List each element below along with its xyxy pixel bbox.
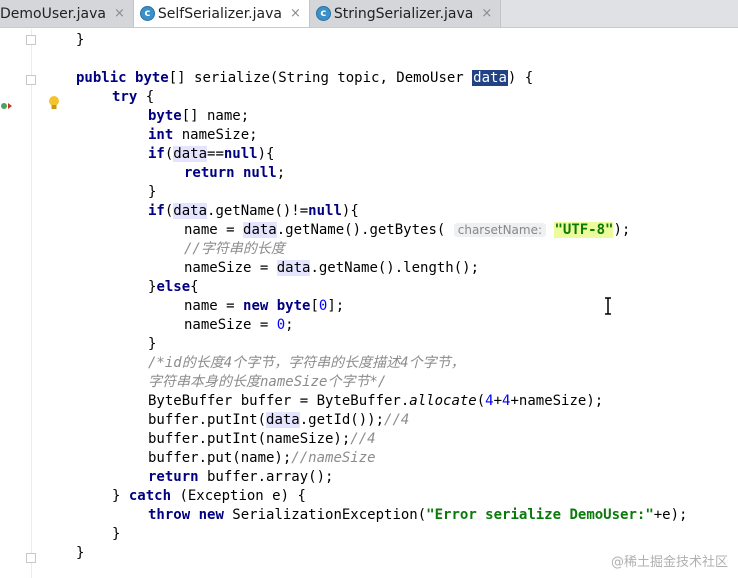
code-line: //字符串的长度 [184, 241, 285, 257]
code-line: } [76, 32, 85, 48]
code-line: buffer.putInt(nameSize);//4 [148, 431, 376, 447]
code-line: name = new byte[0]; [184, 298, 345, 314]
code-line: int nameSize; [148, 127, 258, 143]
code-line: /*id的长度4个字节，字符串的长度描述4个字节， [148, 355, 465, 371]
selected-text: data [472, 70, 508, 86]
editor-gutter[interactable] [0, 29, 62, 578]
code-line: name = data.getName().getBytes( charsetN… [184, 222, 631, 238]
text-cursor-icon [604, 297, 612, 315]
code-line: if(data.getName()!=null){ [148, 203, 359, 219]
fold-icon[interactable] [26, 35, 36, 45]
tab-label: DemoUser.java [0, 5, 107, 22]
editor-tab-bar: DemoUser.java × c SelfSerializer.java × … [0, 0, 738, 28]
code-line: buffer.putInt(data.getId());//4 [148, 412, 410, 428]
close-icon[interactable]: × [114, 6, 125, 21]
code-line: } [148, 336, 157, 352]
code-line: buffer.put(name);//nameSize [148, 450, 376, 466]
tab-selfserializer[interactable]: c SelfSerializer.java × [133, 0, 310, 27]
tab-label: SelfSerializer.java [157, 5, 282, 22]
tab-label: StringSerializer.java [333, 5, 474, 22]
code-line: if(data==null){ [148, 146, 275, 162]
code-line: }else{ [148, 279, 199, 295]
tab-stringserializer[interactable]: c StringSerializer.java × [309, 0, 502, 27]
code-line: throw new SerializationException("Error … [148, 507, 688, 523]
code-line: return buffer.array(); [148, 469, 334, 485]
fold-icon[interactable] [26, 553, 36, 563]
code-line: ByteBuffer buffer = ByteBuffer.allocate(… [148, 393, 604, 409]
code-line: 字符串本身的长度nameSize个字节*/ [148, 374, 387, 390]
code-line: } catch (Exception e) { [112, 488, 306, 504]
code-line: } [112, 526, 121, 542]
close-icon[interactable]: × [481, 6, 492, 21]
watermark: @稀土掘金技术社区 [610, 555, 728, 570]
indent-guide [31, 29, 32, 578]
override-marker-icon[interactable] [0, 99, 14, 113]
code-line: nameSize = 0; [184, 317, 294, 333]
code-line: nameSize = data.getName().length(); [184, 260, 480, 276]
code-line: } [148, 184, 157, 200]
fold-icon[interactable] [26, 75, 36, 85]
lightbulb-icon[interactable] [47, 95, 61, 111]
code-line: try { [112, 89, 155, 105]
close-icon[interactable]: × [290, 6, 301, 21]
code-line: byte[] name; [148, 108, 250, 124]
class-c-icon: c [139, 6, 155, 21]
class-c-icon: c [315, 6, 331, 21]
code-line: return null; [184, 165, 286, 181]
parameter-hint: charsetName: [453, 223, 547, 237]
code-line: } [76, 545, 85, 561]
code-line: public byte[] serialize(String topic, De… [76, 70, 534, 86]
tab-demouser[interactable]: DemoUser.java × [0, 0, 134, 27]
